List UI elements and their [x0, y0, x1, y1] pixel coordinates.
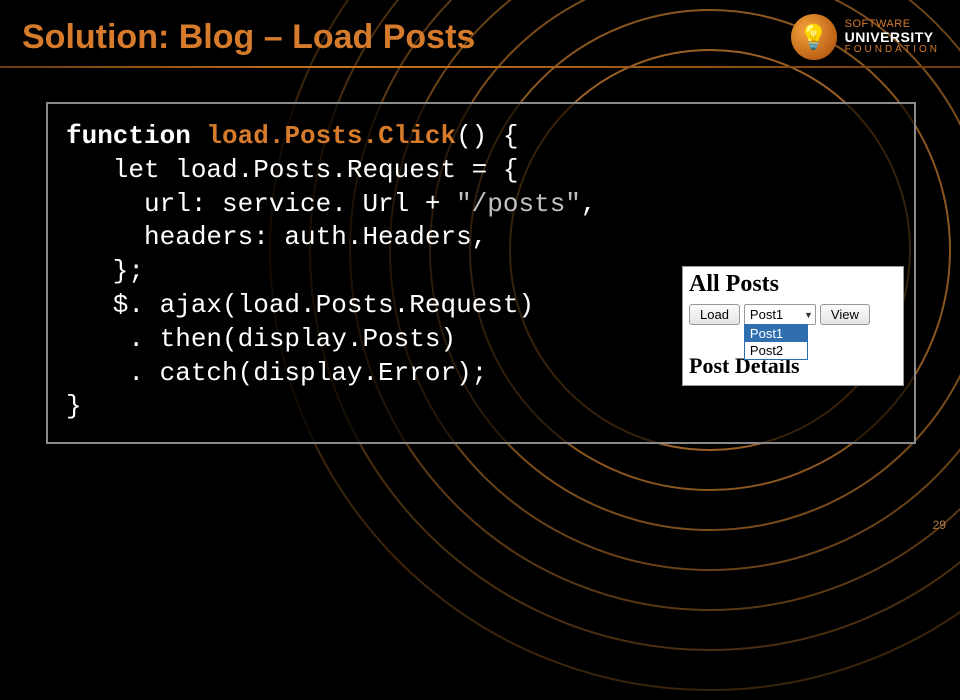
chevron-down-icon: ▼: [804, 310, 813, 320]
code-l6: $. ajax(load.Posts.Request): [66, 290, 534, 320]
code-l1c: () {: [456, 121, 518, 151]
code-l4: headers: auth.Headers,: [66, 222, 487, 252]
title-underline: [0, 66, 960, 68]
code-l5: };: [66, 256, 144, 286]
code-l7: . then(display.Posts): [66, 324, 456, 354]
view-button[interactable]: View: [820, 304, 870, 325]
posts-select[interactable]: Post1 ▼ Post1 Post2: [744, 304, 816, 325]
code-l3c: ,: [581, 189, 597, 219]
ui-preview-panel: All Posts Load Post1 ▼ Post1 Post2 View …: [682, 266, 904, 386]
code-fn-name: load.Posts.Click: [206, 121, 456, 151]
logo-line-2: UNIVERSITY: [845, 30, 940, 45]
select-option[interactable]: Post2: [745, 342, 807, 359]
page-number: 29: [933, 518, 946, 532]
select-value: Post1: [750, 307, 783, 322]
brand-logo: 💡 SOFTWARE UNIVERSITY FOUNDATION: [791, 14, 940, 60]
code-l8: . catch(display.Error);: [66, 358, 487, 388]
logo-line-3: FOUNDATION: [845, 45, 940, 56]
code-l2: let load.Posts.Request = {: [66, 155, 518, 185]
code-l3a: url: service. Url +: [66, 189, 456, 219]
lightbulb-icon: 💡: [791, 14, 837, 60]
load-button[interactable]: Load: [689, 304, 740, 325]
code-l9: }: [66, 391, 82, 421]
select-dropdown[interactable]: Post1 Post2: [744, 324, 808, 360]
preview-heading: All Posts: [683, 267, 903, 300]
code-kw-function: function: [66, 121, 206, 151]
select-option[interactable]: Post1: [745, 325, 807, 342]
slide-title: Solution: Blog – Load Posts: [22, 18, 475, 57]
code-string-posts: "/posts": [456, 189, 581, 219]
